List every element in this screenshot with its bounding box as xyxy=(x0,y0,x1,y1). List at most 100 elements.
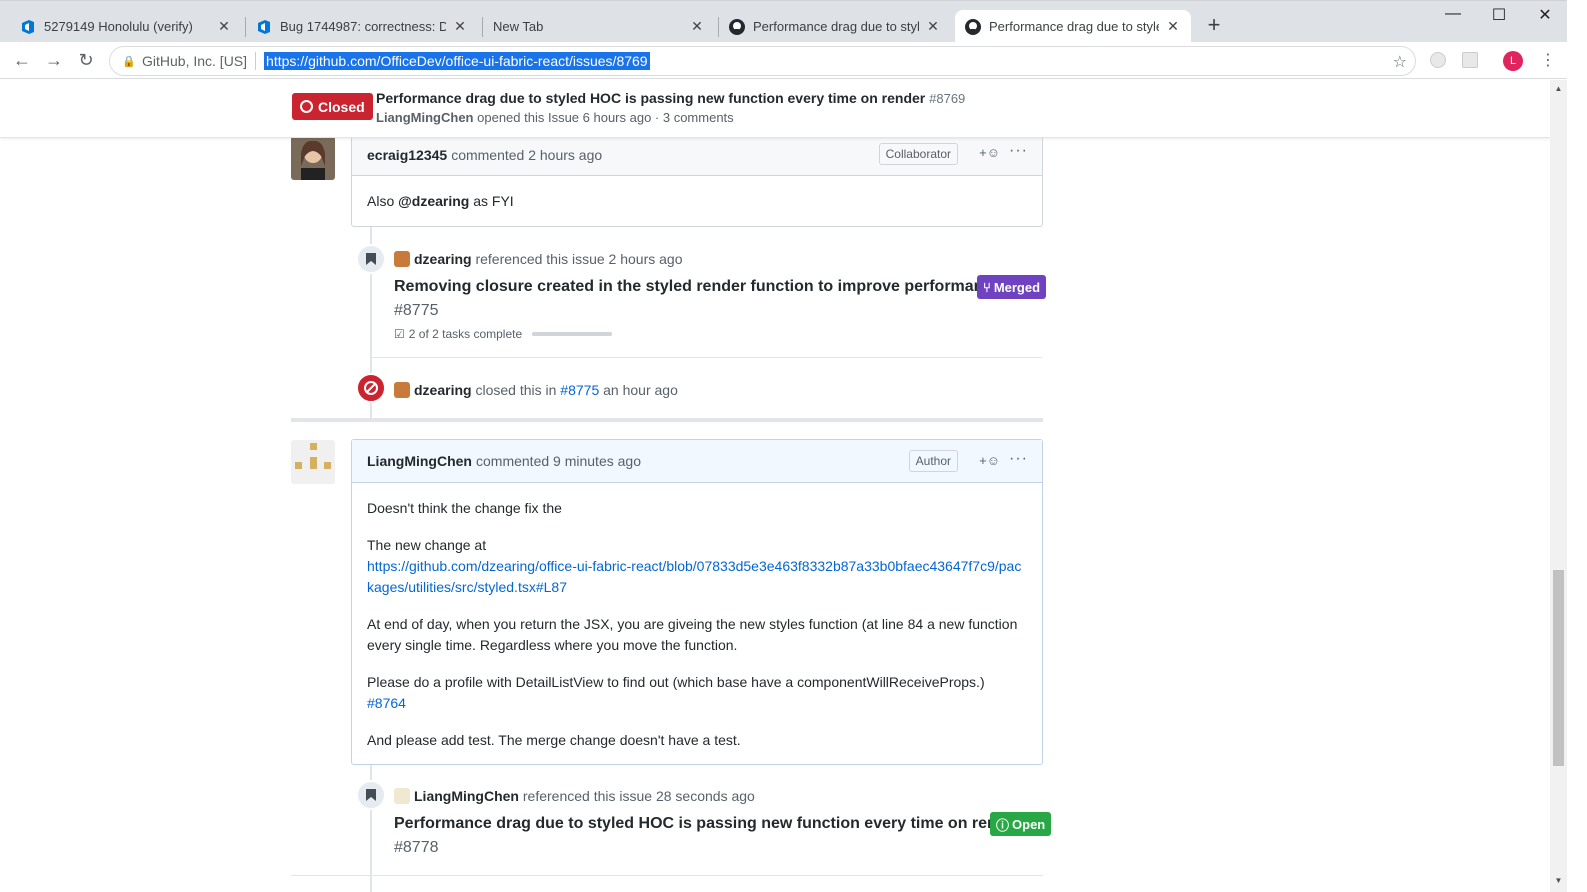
comment-text: Also xyxy=(367,193,399,209)
issue-opened-icon: ⓘ xyxy=(996,817,1010,833)
maximize-button[interactable]: ☐ xyxy=(1476,5,1522,25)
comment-liangmingchen: LiangMingChen commented 9 minutes ago Au… xyxy=(351,439,1043,765)
referenced-pr-number[interactable]: #8775 xyxy=(394,302,439,320)
close-icon[interactable]: ✕ xyxy=(925,18,941,35)
add-reaction-icon[interactable]: +☺ xyxy=(979,453,1000,468)
scroll-down-arrow[interactable]: ▼ xyxy=(1550,876,1567,885)
issue-meta-text: opened this Issue 6 hours ago · 3 commen… xyxy=(477,110,734,125)
tab-label: 5279149 Honolulu (verify) xyxy=(44,19,193,34)
browser-tab-5-active[interactable]: Performance drag due to styled H ✕ xyxy=(955,10,1191,43)
event-user[interactable]: dzearing xyxy=(414,382,472,398)
comment-body: Doesn't think the change fix the The new… xyxy=(352,483,1042,766)
comment-timestamp[interactable]: commented 9 minutes ago xyxy=(476,453,641,469)
browser-menu-icon[interactable]: ⋮ xyxy=(1540,50,1556,70)
scrollbar-thumb[interactable] xyxy=(1553,570,1564,766)
site-identity: GitHub, Inc. [US] xyxy=(142,53,248,69)
browser-toolbar: ← → ↻ 🔒 GitHub, Inc. [US] https://github… xyxy=(0,42,1587,79)
tab-label: Performance drag due to styled H xyxy=(989,19,1159,34)
window-edge xyxy=(1567,0,1587,892)
avatar[interactable] xyxy=(291,136,335,180)
divider xyxy=(255,52,257,70)
pr-link[interactable]: #8775 xyxy=(560,382,599,398)
reload-button[interactable]: ↻ xyxy=(74,49,98,73)
closed-circle-icon xyxy=(356,373,386,403)
url-text[interactable]: https://github.com/OfficeDev/office-ui-f… xyxy=(264,52,650,70)
star-icon[interactable]: ☆ xyxy=(1393,52,1407,72)
browser-tab-4[interactable]: Performance drag due to styled H ✕ xyxy=(719,10,951,43)
back-button[interactable]: ← xyxy=(10,49,34,73)
bookmark-icon xyxy=(356,244,386,274)
comment-text: as FYI xyxy=(469,193,514,209)
event-action: closed this in xyxy=(475,382,557,398)
comment-author[interactable]: ecraig12345 xyxy=(367,147,447,163)
comment-paragraph: The new change at https://github.com/dze… xyxy=(367,535,1027,598)
close-icon[interactable]: ✕ xyxy=(689,18,705,35)
comment-timestamp[interactable]: commented 2 hours ago xyxy=(451,147,602,163)
comment-text: The new change at xyxy=(367,537,487,553)
comment-ecraig12345: ecraig12345 commented 2 hours ago Collab… xyxy=(351,133,1043,227)
source-link[interactable]: https://github.com/dzearing/office-ui-fa… xyxy=(367,558,1021,595)
avatar[interactable] xyxy=(291,440,335,484)
github-icon xyxy=(729,18,745,35)
address-bar[interactable]: 🔒 GitHub, Inc. [US] https://github.com/O… xyxy=(109,46,1416,76)
divider xyxy=(370,357,1042,358)
comment-body: Also @dzearing as FYI xyxy=(352,176,1042,227)
add-reaction-icon[interactable]: +☺ xyxy=(979,145,1000,160)
comment-header: LiangMingChen commented 9 minutes ago Au… xyxy=(352,440,1042,483)
page-scrollbar[interactable]: ▲ ▼ xyxy=(1550,80,1567,892)
new-tab-button[interactable]: + xyxy=(1202,12,1226,38)
state-label: Merged xyxy=(993,279,1041,295)
divider xyxy=(291,875,1043,876)
issue-title-text: Performance drag due to styled HOC is pa… xyxy=(376,90,926,106)
profile-avatar[interactable]: L xyxy=(1503,51,1523,71)
issue-author[interactable]: LiangMingChen xyxy=(376,110,474,125)
tab-label: Performance drag due to styled H xyxy=(753,19,919,34)
close-icon[interactable]: ✕ xyxy=(1165,18,1181,35)
avatar[interactable] xyxy=(394,382,410,398)
azure-devops-icon xyxy=(20,19,36,35)
comment-author[interactable]: LiangMingChen xyxy=(367,453,472,469)
issue-meta: LiangMingChen opened this Issue 6 hours … xyxy=(376,110,734,125)
browser-tab-3[interactable]: New Tab ✕ xyxy=(483,10,715,43)
referenced-issue-number[interactable]: #8778 xyxy=(394,839,439,857)
referenced-issue-title[interactable]: Performance drag due to styled HOC is pa… xyxy=(394,815,1022,833)
comment-paragraph: Doesn't think the change fix the xyxy=(367,500,562,516)
minimize-button[interactable]: — xyxy=(1430,5,1476,23)
issue-link[interactable]: #8764 xyxy=(367,695,406,711)
task-progress: ☑ 2 of 2 tasks complete xyxy=(394,327,613,341)
task-count: 2 of 2 tasks complete xyxy=(408,327,523,341)
github-icon xyxy=(965,18,981,35)
browser-tab-strip: 5279149 Honolulu (verify) ✕ Bug 1744987:… xyxy=(0,0,1587,43)
extension-icon[interactable] xyxy=(1462,52,1478,68)
close-window-button[interactable]: ✕ xyxy=(1522,5,1568,25)
sticky-issue-header: Closed Performance drag due to styled HO… xyxy=(0,80,1550,138)
avatar[interactable] xyxy=(394,788,410,804)
more-options-icon[interactable]: ··· xyxy=(1009,450,1028,468)
comment-paragraph: At end of day, when you return the JSX, … xyxy=(367,616,1018,653)
referenced-pr-title[interactable]: Removing closure created in the styled r… xyxy=(394,278,1001,296)
scroll-up-arrow[interactable]: ▲ xyxy=(1550,84,1567,93)
state-label: Closed xyxy=(318,98,365,115)
role-badge: Author xyxy=(908,450,958,472)
timeline-separator xyxy=(291,418,1043,422)
user-mention[interactable]: @dzearing xyxy=(398,193,469,209)
comment-paragraph: Please do a profile with DetailListView … xyxy=(367,672,1027,714)
browser-tab-1[interactable]: 5279149 Honolulu (verify) ✕ xyxy=(10,10,242,43)
avatar[interactable] xyxy=(394,251,410,267)
close-icon[interactable]: ✕ xyxy=(216,18,232,35)
browser-tab-2[interactable]: Bug 1744987: correctness: Dashb ✕ xyxy=(246,10,478,43)
forward-button[interactable]: → xyxy=(42,49,66,73)
more-options-icon[interactable]: ··· xyxy=(1009,142,1028,160)
extension-icon[interactable] xyxy=(1430,52,1446,68)
event-action: referenced this issue 2 hours ago xyxy=(475,251,683,267)
event-user[interactable]: LiangMingChen xyxy=(414,788,519,804)
event-user[interactable]: dzearing xyxy=(414,251,472,267)
event-action: referenced this issue 28 seconds ago xyxy=(522,788,755,804)
close-icon[interactable]: ✕ xyxy=(452,18,468,35)
tab-label: Bug 1744987: correctness: Dashb xyxy=(280,19,446,34)
issue-title: Performance drag due to styled HOC is pa… xyxy=(376,90,965,106)
closed-state-badge: Closed xyxy=(292,93,373,120)
issue-closed-icon xyxy=(300,100,313,113)
tab-label: New Tab xyxy=(493,19,544,34)
azure-devops-icon xyxy=(256,19,272,35)
